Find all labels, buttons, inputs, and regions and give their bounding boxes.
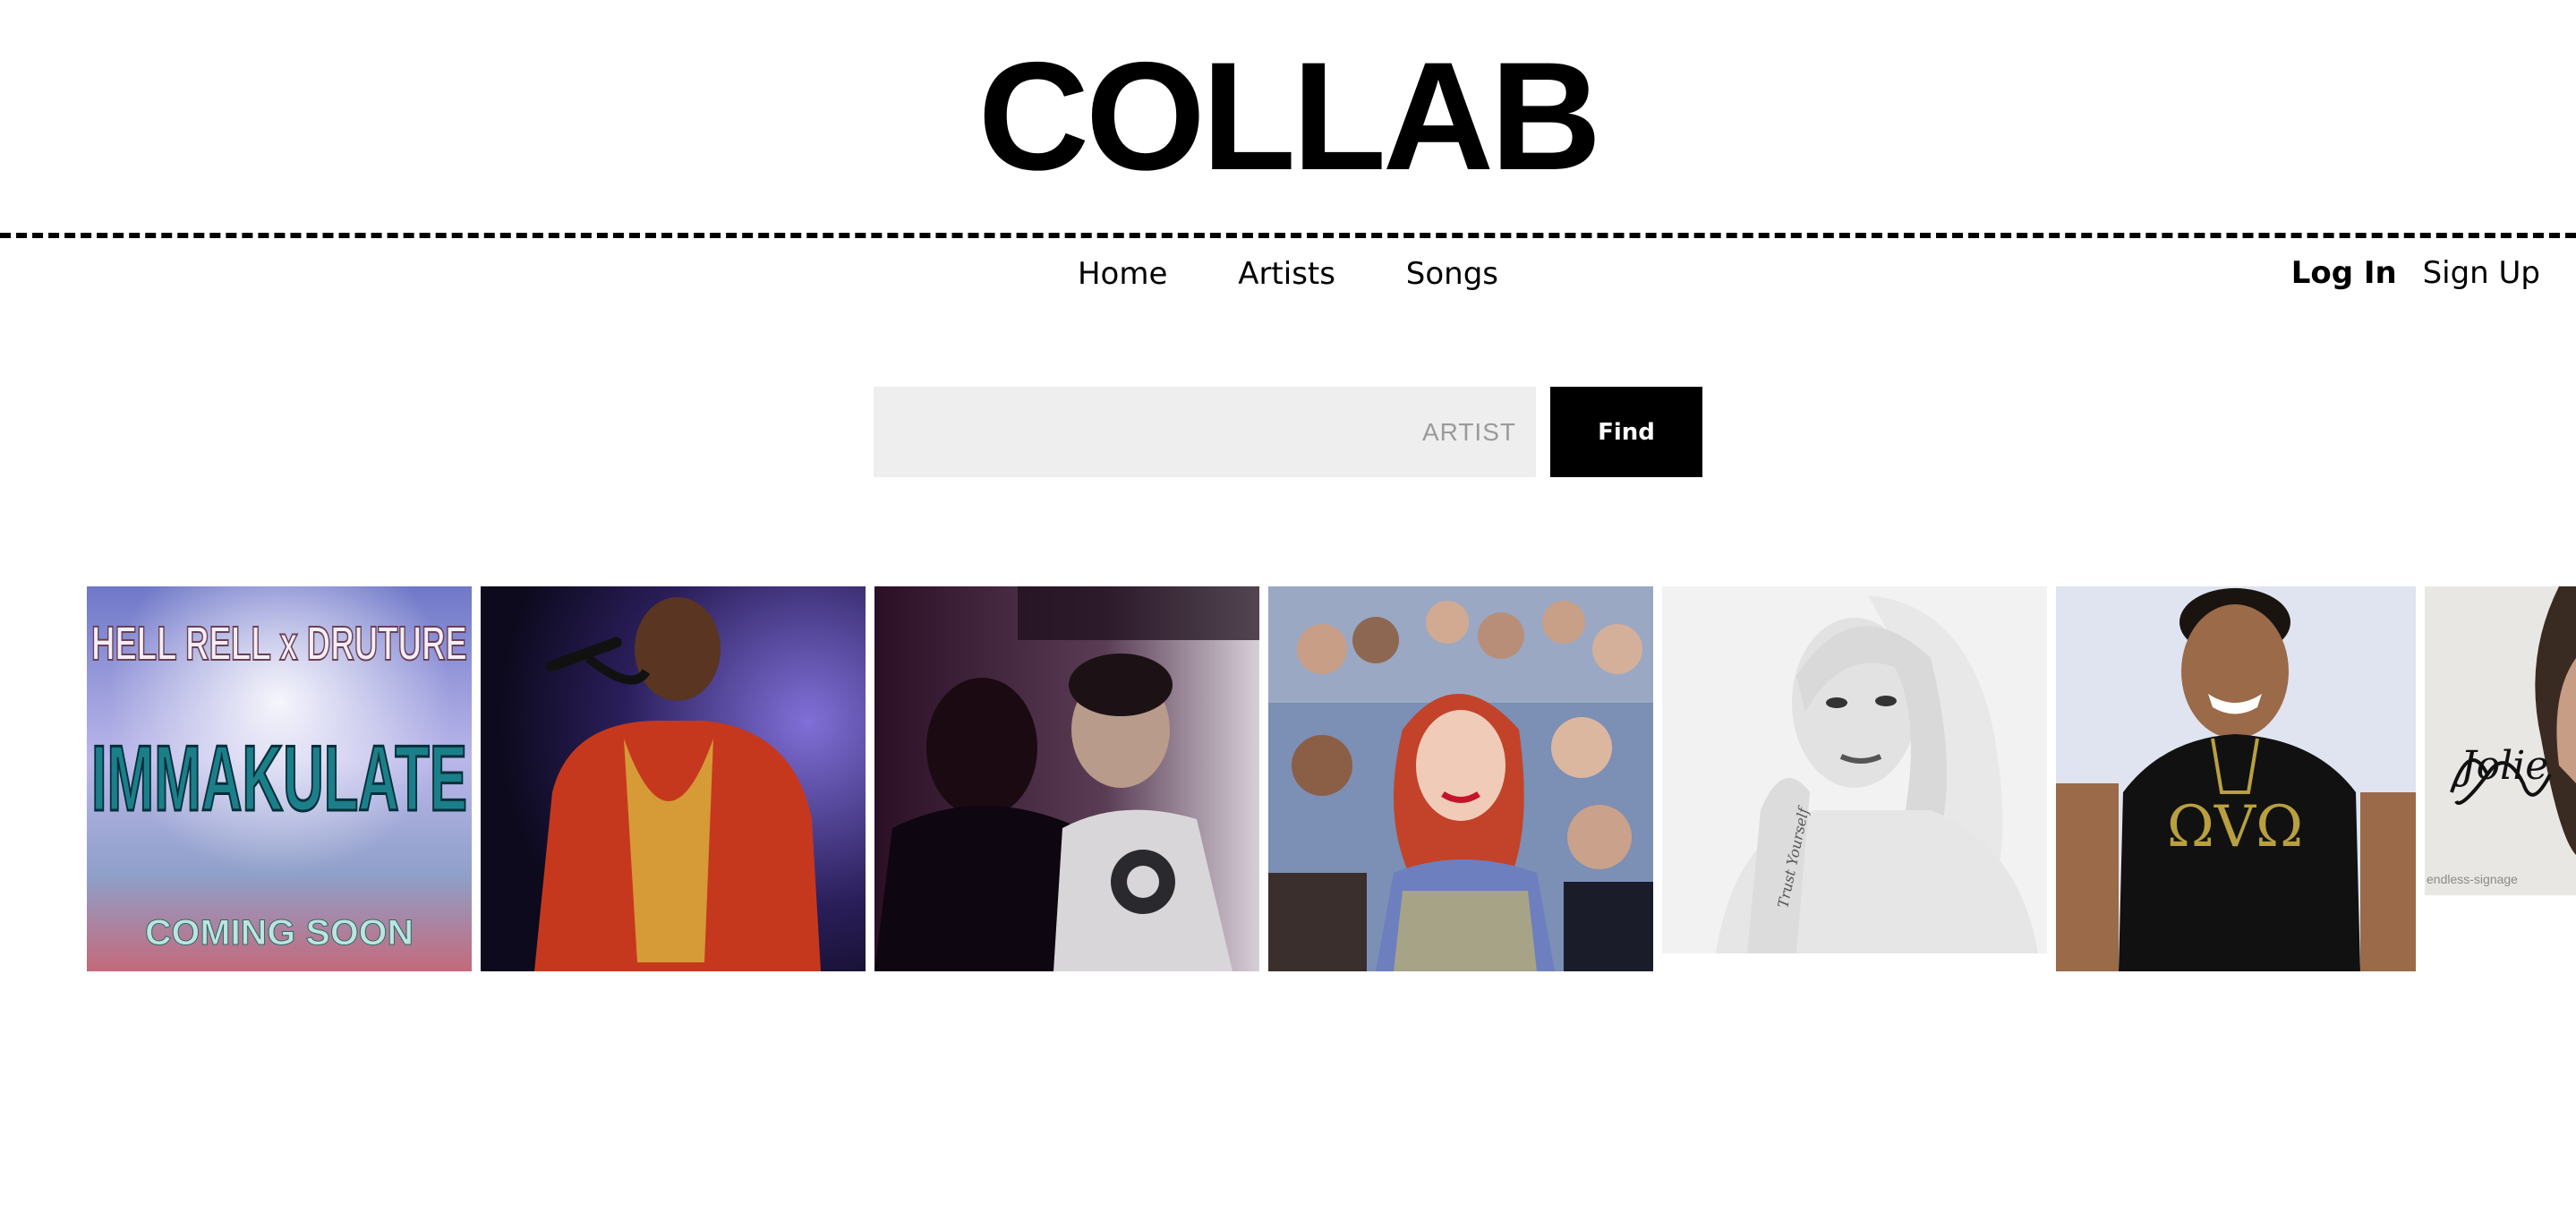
auth-links: Log In Sign Up (2275, 252, 2540, 295)
artist-tile-4[interactable] (1268, 586, 1653, 971)
performer-photo (481, 586, 866, 971)
artist-tile-6[interactable]: ΩVΩ (2056, 586, 2416, 971)
portrait-black-tee-photo: ΩVΩ (2056, 586, 2416, 971)
signed-portrait-photo: Jolie endless-signage (2425, 586, 2576, 895)
artist-search-form: Find (874, 387, 1702, 477)
main-nav: Home Artists Songs (0, 252, 2576, 295)
nav-songs[interactable]: Songs (1406, 252, 1498, 295)
login-link[interactable]: Log In (2291, 255, 2397, 291)
album-cover-image: HELL RELL x DRUTURE IMMAKULATE COMING SO… (87, 586, 472, 971)
nav-artists[interactable]: Artists (1238, 252, 1335, 295)
signup-link[interactable]: Sign Up (2423, 255, 2540, 291)
artist-tile-immakulate[interactable]: HELL RELL x DRUTURE IMMAKULATE COMING SO… (87, 586, 472, 971)
header-divider (0, 233, 2576, 238)
find-button[interactable]: Find (1550, 387, 1702, 477)
page: COLLAB Home Artists Songs Log In Sign Up… (0, 0, 2576, 1205)
watermark-text: endless-signage (2427, 872, 2518, 886)
signature-text: Jolie (2453, 743, 2548, 789)
artist-tile-3[interactable] (874, 586, 1259, 971)
cover-line3: COMING SOON (145, 913, 414, 953)
group-selfie-photo (1268, 586, 1653, 971)
artist-tile-5[interactable]: Trust Yourself (1662, 586, 2047, 953)
bw-portrait-photo: Trust Yourself (1662, 586, 2047, 953)
artist-gallery: HELL RELL x DRUTURE IMMAKULATE COMING SO… (87, 586, 2576, 971)
artist-tile-2[interactable] (481, 586, 866, 971)
duo-photo (874, 586, 1259, 971)
artist-search-input[interactable] (874, 387, 1536, 477)
cover-line1: HELL RELL x DRUTURE (91, 617, 467, 671)
cover-line2: IMMAKULATE (91, 727, 467, 831)
site-logo[interactable]: COLLAB (0, 36, 2576, 197)
artist-tile-7[interactable]: Jolie endless-signage (2425, 586, 2576, 895)
svg-text:ΩVΩ: ΩVΩ (2167, 794, 2303, 860)
nav-home[interactable]: Home (1078, 252, 1167, 295)
